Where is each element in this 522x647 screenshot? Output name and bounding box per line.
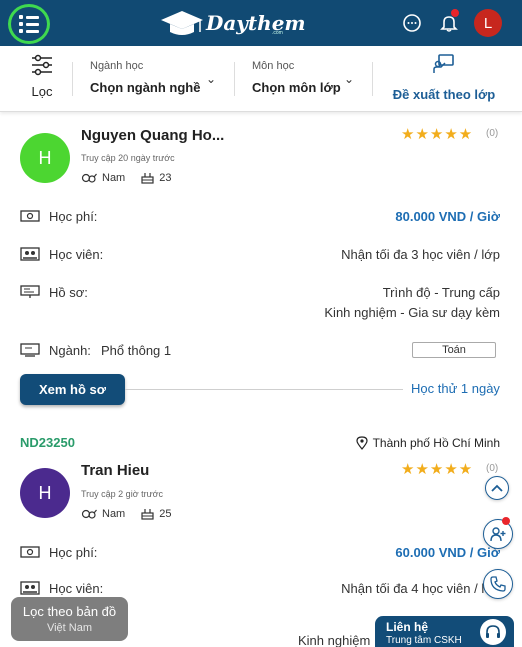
subject-dropdown[interactable]: Môn học Chọn môn lớp ⌄ — [252, 60, 356, 95]
age-info: 25 — [141, 507, 171, 520]
age-info: 23 — [141, 171, 171, 184]
gender-icon — [81, 509, 97, 519]
brand-name: Daythem — [206, 11, 306, 35]
divider — [372, 62, 373, 96]
suggest-label: Đề xuất theo lớp — [392, 87, 496, 102]
rating-stars: ★★★★★ — [401, 126, 474, 143]
tutor-location: Thành phố Hồ Chí Minh — [355, 436, 500, 450]
students-label: Học viên: — [49, 247, 104, 262]
rating-count: (0) — [486, 128, 499, 139]
tutor-avatar[interactable]: H — [20, 468, 70, 518]
rating-count: (0) — [486, 463, 499, 474]
last-access: Truy cập 20 ngày trước — [81, 153, 175, 163]
call-button[interactable] — [483, 569, 513, 599]
field-value: Phổ thông 1 — [101, 343, 172, 358]
tutor-meta: Nam 25 — [81, 507, 187, 520]
gender-info: Nam — [81, 172, 125, 184]
students-value: Nhận tối đa 3 học viên / lớp — [341, 247, 500, 262]
menu-button[interactable] — [8, 4, 50, 44]
brand-domain: .com — [272, 30, 283, 36]
money-icon — [20, 210, 40, 222]
profile-label: Hồ sơ: — [49, 285, 88, 300]
contact-support-button[interactable]: Liên hệ Trung tâm CSKH — [375, 616, 514, 647]
fee-label: Học phí: — [49, 209, 98, 224]
gender-icon — [81, 173, 97, 183]
field-label: Ngành: — [49, 343, 91, 358]
tutor-avatar[interactable]: H — [20, 133, 70, 183]
students-label: Học viên: — [49, 581, 104, 596]
gender-value: Nam — [102, 507, 126, 520]
tutor-name[interactable]: Nguyen Quang Ho... — [81, 127, 224, 144]
map-filter-title: Lọc theo bản đồ — [22, 604, 117, 619]
gender-value: Nam — [102, 171, 126, 184]
age-value: 25 — [159, 507, 172, 520]
graduation-cap-icon — [161, 11, 203, 35]
money-icon — [20, 546, 40, 558]
filter-label: Lọc — [31, 84, 53, 99]
cake-icon — [141, 173, 154, 184]
major-value: Chọn ngành nghề — [90, 80, 201, 95]
fee-value: 60.000 VND / Giờ — [395, 545, 500, 560]
location-pin-icon — [355, 436, 368, 450]
age-value: 23 — [159, 171, 172, 184]
divider-line — [125, 389, 403, 390]
tutor-code: ND23250 — [20, 435, 75, 450]
rating-stars: ★★★★★ — [401, 461, 474, 478]
cake-icon — [141, 509, 154, 520]
students-icon — [20, 581, 40, 595]
filter-bar: Lọc Ngành học Chọn ngành nghề ⌄ Môn học … — [0, 46, 522, 112]
monitor-icon — [20, 343, 40, 357]
divider — [234, 62, 235, 96]
scroll-top-button[interactable] — [485, 476, 509, 500]
experience-value: Kinh nghiệm - Gia sư dạy kèm — [324, 305, 500, 320]
major-dropdown[interactable]: Ngành học Chọn ngành nghề ⌄ — [90, 60, 218, 95]
major-caption: Ngành học — [90, 60, 144, 72]
map-filter-button[interactable]: Lọc theo bản đồ Việt Nam — [11, 597, 128, 641]
students-value: Nhận tối đa 4 học viên / lớp — [341, 581, 500, 596]
chevron-down-icon: ⌄ — [344, 72, 355, 86]
tutor-list: ★★★★★ (0) H Nguyen Quang Ho... Truy cập … — [0, 113, 522, 647]
students-icon — [20, 247, 40, 261]
sliders-icon — [32, 54, 52, 76]
divider — [72, 62, 73, 96]
teacher-board-icon — [433, 54, 454, 73]
notification-badge — [451, 9, 459, 17]
tutor-meta: Nam 23 — [81, 171, 187, 184]
chevron-up-icon — [491, 484, 503, 492]
contact-subtitle: Trung tâm CSKH — [386, 635, 462, 646]
level-value: Trình độ - Trung cấp — [382, 285, 500, 300]
contact-title: Liên hệ — [386, 620, 429, 634]
menu-icon — [19, 12, 39, 36]
experience-value: Kinh nghiệm — [298, 633, 371, 647]
subject-value: Chọn môn lớp — [252, 80, 341, 95]
tutor-name[interactable]: Tran Hieu — [81, 462, 149, 479]
location-value: Thành phố Hồ Chí Minh — [372, 436, 500, 450]
last-access: Truy cập 2 giờ trước — [81, 489, 164, 499]
profile-icon — [20, 285, 40, 298]
subject-caption: Môn học — [252, 60, 295, 72]
user-add-icon — [490, 527, 506, 542]
phone-icon — [490, 576, 506, 592]
add-friend-badge — [502, 517, 510, 525]
fee-value: 80.000 VND / Giờ — [395, 209, 500, 224]
headset-icon — [480, 619, 506, 645]
user-avatar[interactable]: L — [474, 9, 502, 37]
view-profile-button[interactable]: Xem hồ sơ — [20, 374, 125, 405]
top-navbar: Daythem .com L — [0, 0, 522, 46]
suggest-by-class-button[interactable]: Đề xuất theo lớp — [384, 54, 504, 102]
fee-label: Học phí: — [49, 545, 98, 560]
chat-button[interactable] — [399, 10, 425, 36]
chevron-down-icon: ⌄ — [206, 72, 217, 86]
map-filter-region: Việt Nam — [46, 622, 93, 634]
chat-icon — [403, 14, 421, 32]
site-logo[interactable]: Daythem .com — [160, 6, 306, 40]
trial-link[interactable]: Học thử 1 ngày — [411, 381, 500, 396]
gender-info: Nam — [81, 508, 125, 520]
filter-button[interactable]: Lọc — [22, 54, 62, 99]
subject-tag[interactable]: Toán — [412, 342, 496, 358]
